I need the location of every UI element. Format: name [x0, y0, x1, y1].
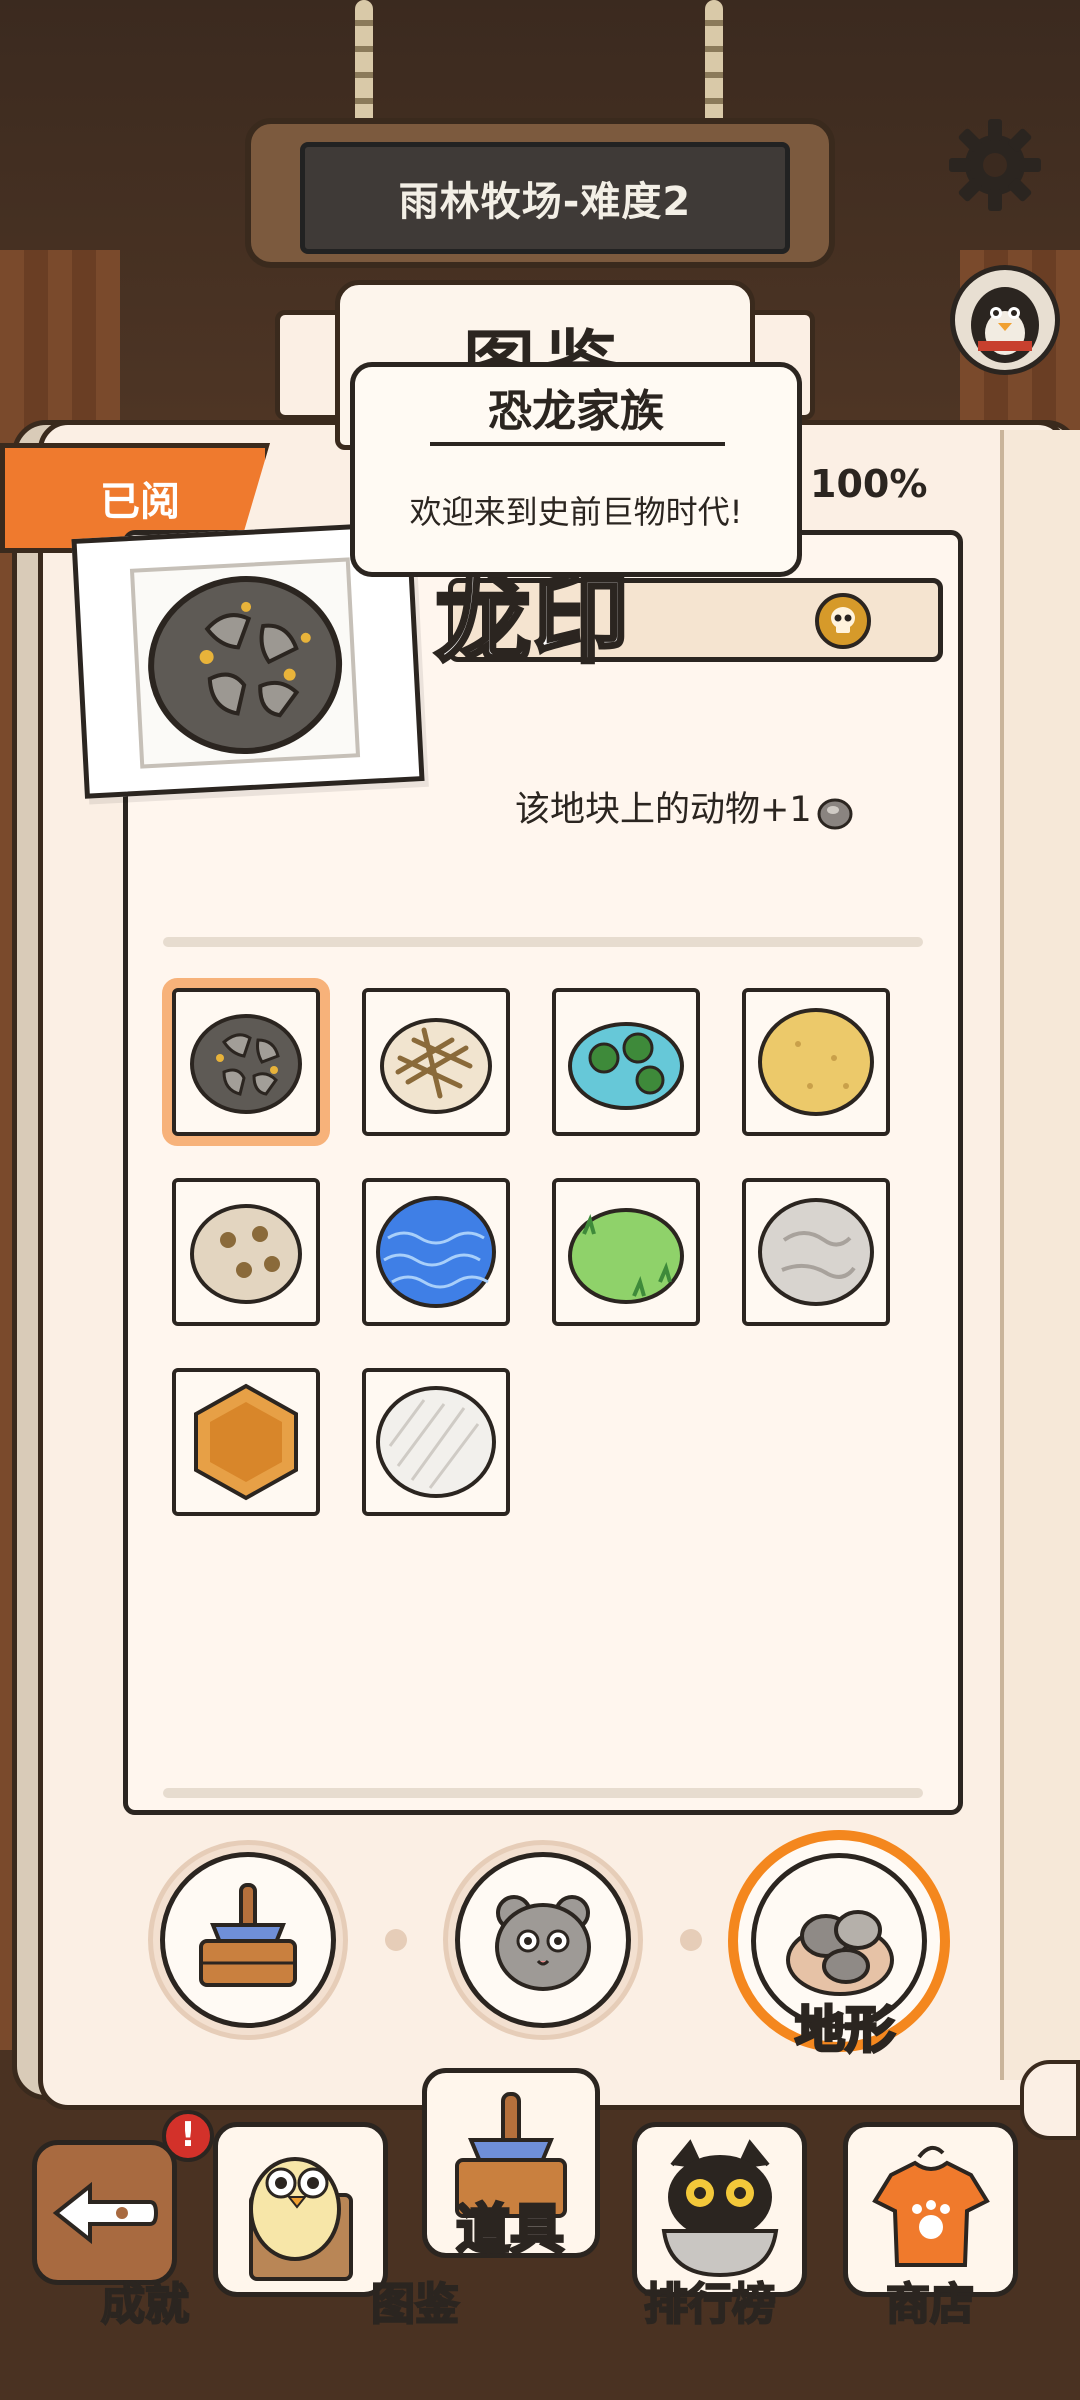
popup-message: 欢迎来到史前巨物时代! [409, 493, 743, 531]
sign-chain-right [705, 0, 723, 130]
lily-pond-icon [568, 1022, 684, 1110]
separator-dot [385, 1929, 407, 1951]
item-image-frame [129, 557, 361, 769]
water-icon [376, 1196, 496, 1308]
grass-icon [568, 1208, 684, 1304]
sign-chain-left [355, 0, 373, 130]
category-animals-button[interactable] [443, 1840, 643, 2040]
back-arrow-icon [52, 2181, 158, 2244]
tile-spider-web[interactable] [172, 1178, 320, 1326]
alert-badge: ! [162, 2110, 214, 2162]
popup-divider [430, 442, 725, 448]
category-items-button[interactable] [148, 1840, 348, 2040]
chick-icon [248, 2156, 353, 2281]
back-button[interactable] [32, 2140, 177, 2285]
tile-lily-pond[interactable] [552, 988, 700, 1136]
nav-achievements-label: 成就 [100, 2278, 190, 2331]
nav-gallery-label: 图鉴 [370, 2278, 460, 2331]
item-effect-text: 该地块上的动物+1 [515, 790, 812, 830]
skull-icon[interactable] [815, 593, 871, 649]
nav-items-label: 道具 [455, 2197, 566, 2263]
dragon-seal-icon [190, 1014, 302, 1114]
hamster-icon [495, 1895, 591, 1991]
tile-sand[interactable] [742, 988, 890, 1136]
tile-water[interactable] [362, 1178, 510, 1326]
page-corner [1020, 2060, 1080, 2140]
item-effect: 该地块上的动物+1 [515, 780, 935, 840]
tile-blank[interactable] [362, 1368, 510, 1516]
tile-grass[interactable] [552, 1178, 700, 1326]
rocks-terrain-icon [786, 1910, 894, 1996]
collection-progress: 100% [810, 462, 928, 506]
blank-tile-icon [376, 1386, 496, 1498]
divider [163, 1788, 923, 1798]
sand-icon [758, 1008, 874, 1116]
dragon-seal-icon [148, 575, 343, 755]
book-page-edge [1000, 430, 1080, 2080]
tile-stone[interactable] [742, 1178, 890, 1326]
avatar[interactable] [950, 265, 1060, 375]
honeycomb-icon [194, 1383, 298, 1501]
nav-ranking-label: 排行榜 [643, 2278, 777, 2331]
read-badge-label: 已阅 [100, 479, 180, 525]
basket-icon [199, 1883, 297, 1987]
spider-icon [190, 1204, 302, 1304]
settings-button[interactable] [940, 110, 1050, 220]
nav-shop-label: 商店 [885, 2278, 975, 2331]
popup-title: 恐龙家族 [488, 386, 664, 437]
tile-dragon-seal[interactable] [172, 988, 320, 1136]
item-name: 龙印 [433, 562, 631, 678]
black-cat-icon [661, 2138, 778, 2277]
tile-honey-hex[interactable] [172, 1368, 320, 1516]
gear-icon [949, 119, 1041, 211]
penguin-avatar-icon [971, 287, 1039, 363]
level-sign-plate: 雨林牧场-难度2 [300, 142, 790, 254]
category-animals-frame [455, 1852, 631, 2028]
category-terrain-label: 地形 [794, 2000, 897, 2061]
category-items-frame [160, 1852, 336, 2028]
tshirt-icon [871, 2145, 990, 2267]
separator-dot [680, 1929, 702, 1951]
stone-icon [758, 1198, 874, 1306]
tile-straw-nest[interactable] [362, 988, 510, 1136]
level-title: 雨林牧场-难度2 [398, 179, 692, 225]
stone-coin-icon [816, 791, 854, 830]
divider [163, 937, 923, 947]
straw-nest-icon [380, 1018, 492, 1114]
